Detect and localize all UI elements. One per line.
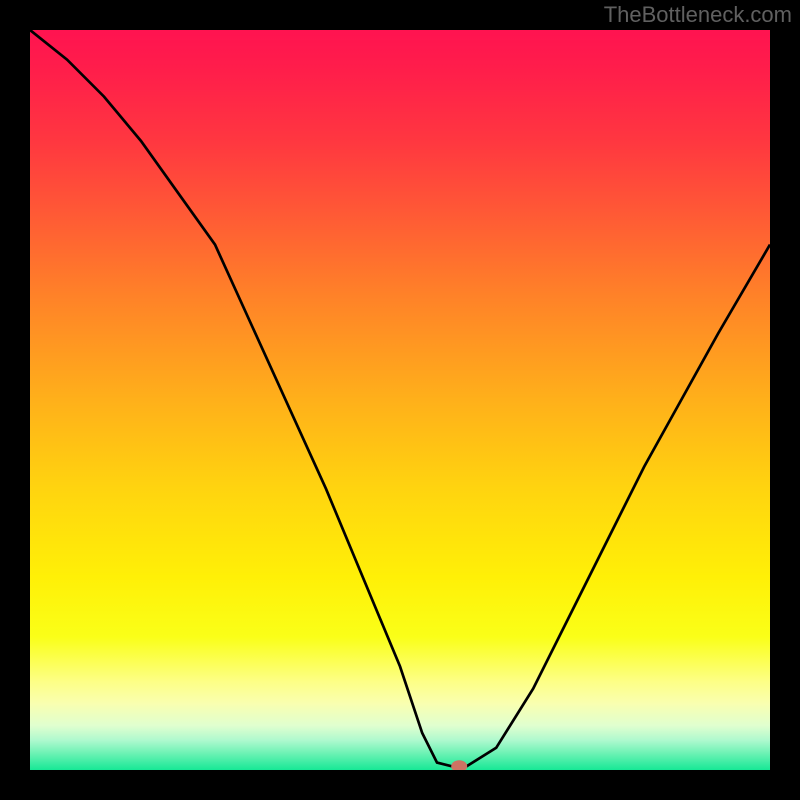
optimal-point-marker	[451, 760, 467, 770]
curve-svg	[30, 30, 770, 770]
bottleneck-curve	[30, 30, 770, 766]
chart-container: TheBottleneck.com	[0, 0, 800, 800]
watermark-label: TheBottleneck.com	[604, 2, 792, 28]
plot-area	[30, 30, 770, 770]
